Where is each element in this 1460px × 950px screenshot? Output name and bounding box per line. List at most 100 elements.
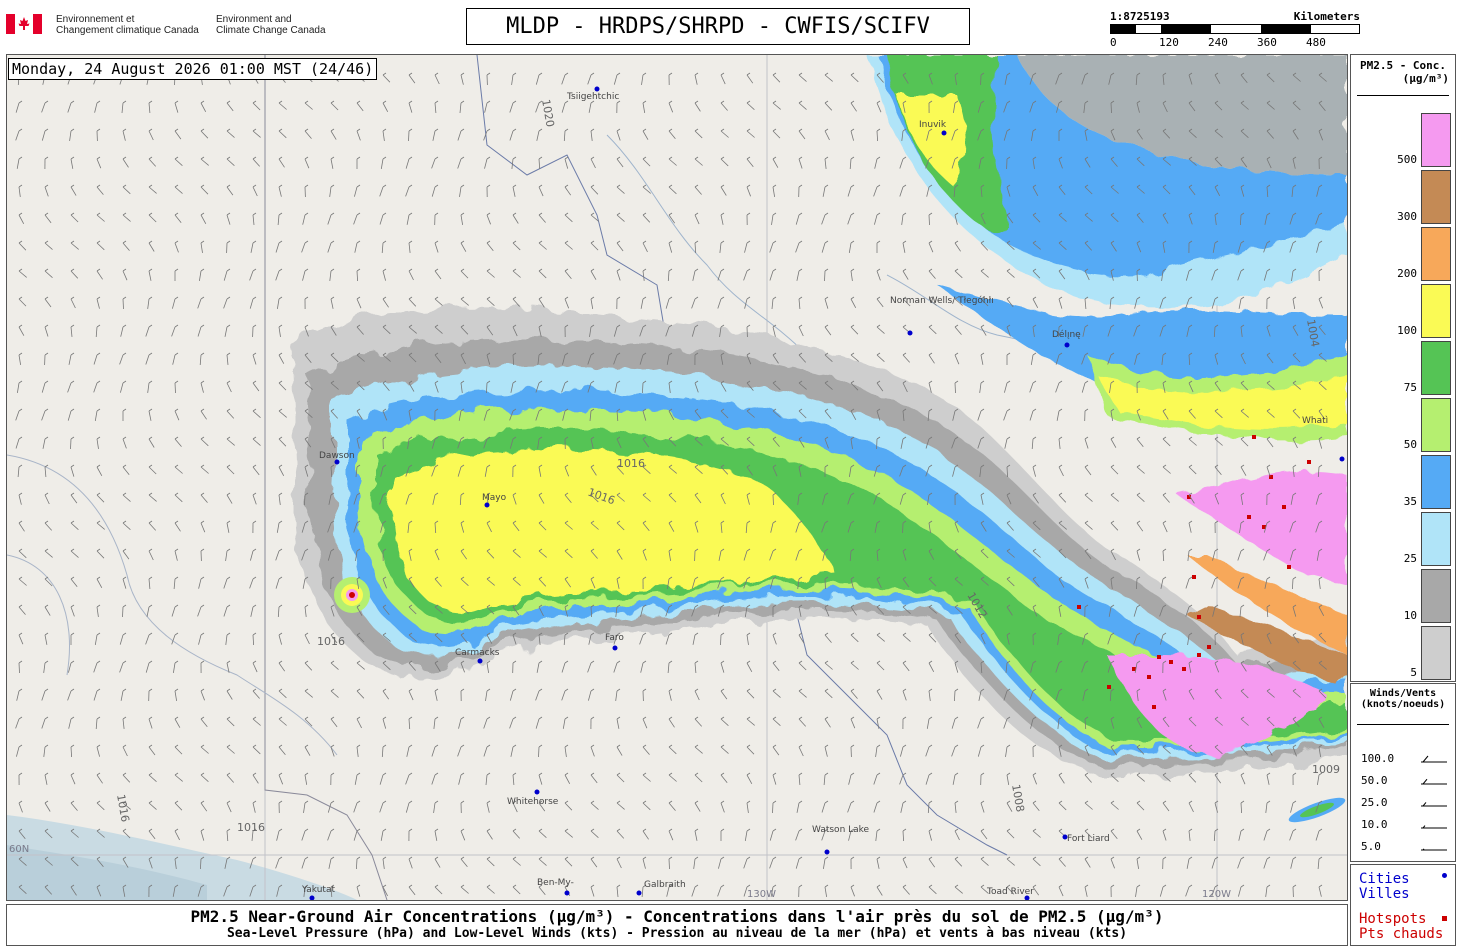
wind-legend-unit: (knots/noeuds) xyxy=(1360,699,1446,710)
wind-barb-icon xyxy=(1421,778,1447,785)
pm25-swatch xyxy=(1421,227,1451,281)
forecast-timestamp: Monday, 24 August 2026 01:00 MST (24/46) xyxy=(8,58,378,80)
wind-speed-label: 5.0 xyxy=(1361,840,1381,853)
pm25-swatch xyxy=(1421,398,1451,452)
villes-label: Villes xyxy=(1359,886,1410,902)
cities-hotspots-legend: Cities Villes Hotspots Pts chauds xyxy=(1350,864,1456,946)
city-marker xyxy=(941,130,947,136)
city-label: Tsiigehtchic xyxy=(566,92,619,102)
scale-unit: Kilometers xyxy=(1293,10,1360,23)
scale-bar: 1:8725193 Kilometers 0 120 240 360 480 xyxy=(1110,10,1360,50)
city-label: Mayo xyxy=(482,493,507,503)
pm25-plume xyxy=(292,55,1347,823)
city-dot-icon xyxy=(1442,873,1447,878)
isobar-label: 1016 xyxy=(617,457,645,470)
pm25-bin-label: 300 xyxy=(1397,210,1417,223)
city-label: Inuvik xyxy=(919,120,947,130)
pm25-swatch xyxy=(1421,512,1451,566)
scale-bar-graphic xyxy=(1110,24,1360,34)
city-marker xyxy=(1064,342,1070,348)
city-marker xyxy=(1339,456,1345,462)
pm25-swatch xyxy=(1421,113,1451,167)
scale-tick-120: 120 xyxy=(1159,36,1179,49)
isobar-label: 1016 xyxy=(237,821,265,834)
pm25-swatch xyxy=(1421,341,1451,395)
lon-label-130w: 130W xyxy=(747,889,776,900)
isobar-label: 1020 xyxy=(539,98,557,128)
wind-legend: Winds/Vents (knots/noeuds) 100.0 50.0 25.0… xyxy=(1350,683,1456,862)
city-label: Carmacks xyxy=(455,648,500,658)
city-label: Watson Lake xyxy=(812,825,870,835)
isobar-label: 1008 xyxy=(1009,783,1027,813)
pm25-swatch xyxy=(1421,626,1451,680)
pm25-bin-label: 25 xyxy=(1403,552,1417,565)
isobar-label: 1009 xyxy=(1312,763,1340,776)
city-label: Faro xyxy=(605,633,624,643)
pm25-swatch xyxy=(1421,569,1451,623)
city-label: Délı̨nę xyxy=(1052,329,1081,340)
scale-tick-240: 240 xyxy=(1208,36,1228,49)
pm25-bin-label: 200 xyxy=(1397,267,1417,280)
pm25-legend-unit: (µg/m³) xyxy=(1402,72,1449,85)
org-fr-line2: Changement climatique Canada xyxy=(56,25,199,36)
pm25-bin-label: 5 xyxy=(1410,666,1417,679)
city-marker xyxy=(477,658,483,664)
city-label: Whitehorse xyxy=(507,797,559,807)
eccc-logo: Environnement et Changement climatique C… xyxy=(6,12,336,40)
pts-chauds-label: Pts chauds xyxy=(1359,926,1444,942)
isobar-label: 1016 xyxy=(317,635,345,648)
lon-label-120w: 120W xyxy=(1202,889,1231,900)
city-marker xyxy=(636,890,642,896)
org-name-fr: Environnement et Changement climatique C… xyxy=(56,14,199,36)
city-marker xyxy=(594,86,600,92)
city-label: Yakutat xyxy=(301,885,335,895)
wind-speed-label: 50.0 xyxy=(1361,774,1388,787)
pm25-bin-label: 500 xyxy=(1397,153,1417,166)
wind-speed-label: 10.0 xyxy=(1361,818,1388,831)
map-canvas[interactable]: 1020 1016 1016 1016 1016 1016 1012 1004 … xyxy=(6,54,1348,901)
scale-ratio: 1:8725193 xyxy=(1110,10,1170,23)
pm25-swatch xyxy=(1421,455,1451,509)
city-label: Whatì xyxy=(1302,416,1328,426)
pm25-bin-label: 10 xyxy=(1403,609,1417,622)
pm25-legend: PM2.5 - Conc. (µg/m³) 500 300 200 100 75 50 35… xyxy=(1350,54,1456,682)
wind-legend-title: Winds/Vents xyxy=(1369,688,1437,699)
pm25-legend-title: PM2.5 - Conc. xyxy=(1359,59,1447,72)
scale-tick-0: 0 xyxy=(1110,36,1117,49)
pm25-bin-label: 35 xyxy=(1403,495,1417,508)
wind-barb-icon xyxy=(1421,825,1447,829)
org-fr-line1: Environnement et xyxy=(56,14,135,25)
city-marker xyxy=(534,789,540,795)
canada-flag-icon xyxy=(6,14,42,34)
hotspot-square-icon xyxy=(1442,916,1447,921)
hotspots-label: Hotspots xyxy=(1359,911,1427,927)
caption-line1: PM2.5 Near-Ground Air Concentrations (µg… xyxy=(190,907,1164,926)
wind-speed-label: 100.0 xyxy=(1361,752,1395,765)
pm25-bin-label: 100 xyxy=(1397,324,1417,337)
map-layer: 1020 1016 1016 1016 1016 1016 1012 1004 … xyxy=(7,55,1347,900)
wind-barb-icon xyxy=(1421,755,1447,763)
lat-label-60n: 60N xyxy=(9,844,29,855)
city-label: Dawson xyxy=(319,451,355,461)
pm25-swatch xyxy=(1421,284,1451,338)
city-marker xyxy=(564,890,570,896)
wind-speed-label: 25.0 xyxy=(1361,796,1388,809)
scale-tick-360: 360 xyxy=(1257,36,1277,49)
wind-barb-icon xyxy=(1421,802,1447,807)
city-label: Norman Wells/ Tłegóhłı xyxy=(890,295,994,306)
org-en-line1: Environment and xyxy=(216,14,292,25)
caption-line2: Sea-Level Pressure (hPa) and Low-Level W… xyxy=(226,926,1128,941)
city-label: Ben-My- xyxy=(537,878,574,888)
cities-label: Cities xyxy=(1359,871,1410,887)
page-title: MLDP - HRDPS/SHRPD - CWFIS/SCIFV xyxy=(466,8,970,45)
city-label: Fort Liard xyxy=(1067,834,1110,844)
pm25-bin-label: 50 xyxy=(1403,438,1417,451)
city-marker xyxy=(824,849,830,855)
scale-tick-480: 480 xyxy=(1306,36,1326,49)
isobar-label: 1016 xyxy=(114,793,132,823)
city-label: Galbraith xyxy=(644,880,686,890)
org-name-en: Environment and Climate Change Canada xyxy=(216,14,326,36)
city-marker xyxy=(484,502,490,508)
wind-barb-icon xyxy=(1421,848,1447,851)
pm25-bin-label: 75 xyxy=(1403,381,1417,394)
